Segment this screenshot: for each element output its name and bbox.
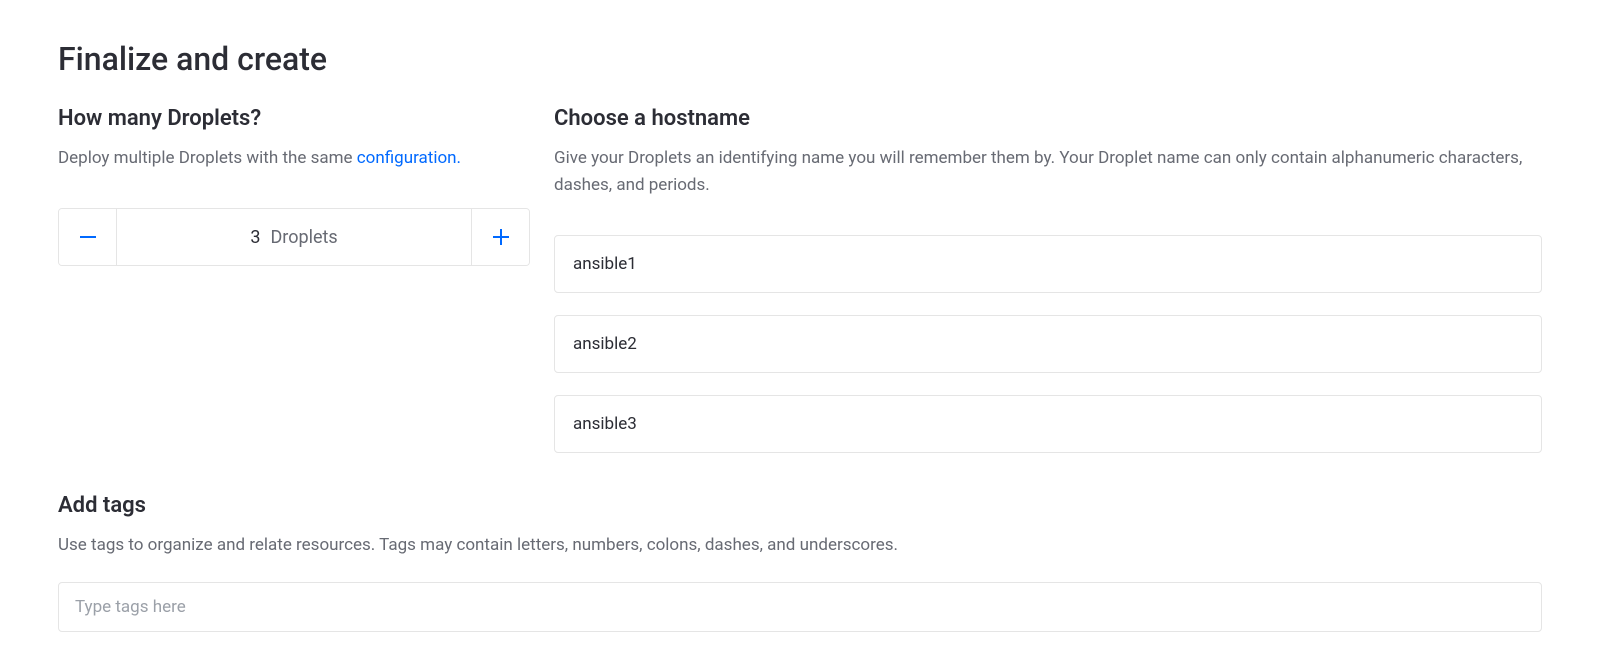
tags-section: Add tags Use tags to organize and relate… bbox=[58, 493, 1542, 631]
droplet-count-desc: Deploy multiple Droplets with the same c… bbox=[58, 145, 530, 172]
droplet-count-section: How many Droplets? Deploy multiple Dropl… bbox=[58, 106, 530, 453]
main-columns: How many Droplets? Deploy multiple Dropl… bbox=[58, 106, 1542, 453]
plus-icon bbox=[493, 229, 509, 245]
page-title: Finalize and create bbox=[58, 40, 1542, 78]
hostname-input-2[interactable] bbox=[554, 315, 1542, 373]
decrement-button[interactable] bbox=[59, 209, 117, 265]
minus-icon bbox=[80, 236, 96, 238]
hostname-section: Choose a hostname Give your Droplets an … bbox=[554, 106, 1542, 453]
tags-input-wrap bbox=[58, 582, 1542, 632]
droplet-count-number: 3 bbox=[250, 227, 260, 248]
droplet-count-unit: Droplets bbox=[270, 227, 337, 248]
droplet-count-value: 3 Droplets bbox=[117, 209, 471, 265]
droplet-count-stepper: 3 Droplets bbox=[58, 208, 530, 266]
configuration-link[interactable]: configuration. bbox=[357, 148, 461, 168]
hostname-title: Choose a hostname bbox=[554, 106, 1542, 131]
hostname-input-3[interactable] bbox=[554, 395, 1542, 453]
droplet-count-title: How many Droplets? bbox=[58, 106, 530, 131]
hostname-desc: Give your Droplets an identifying name y… bbox=[554, 145, 1542, 199]
droplet-desc-text: Deploy multiple Droplets with the same bbox=[58, 148, 357, 168]
hostname-input-1[interactable] bbox=[554, 235, 1542, 293]
increment-button[interactable] bbox=[471, 209, 529, 265]
tags-title: Add tags bbox=[58, 493, 1542, 518]
tags-input[interactable] bbox=[58, 582, 1542, 632]
tags-desc: Use tags to organize and relate resource… bbox=[58, 532, 1542, 559]
hostname-input-list bbox=[554, 235, 1542, 453]
